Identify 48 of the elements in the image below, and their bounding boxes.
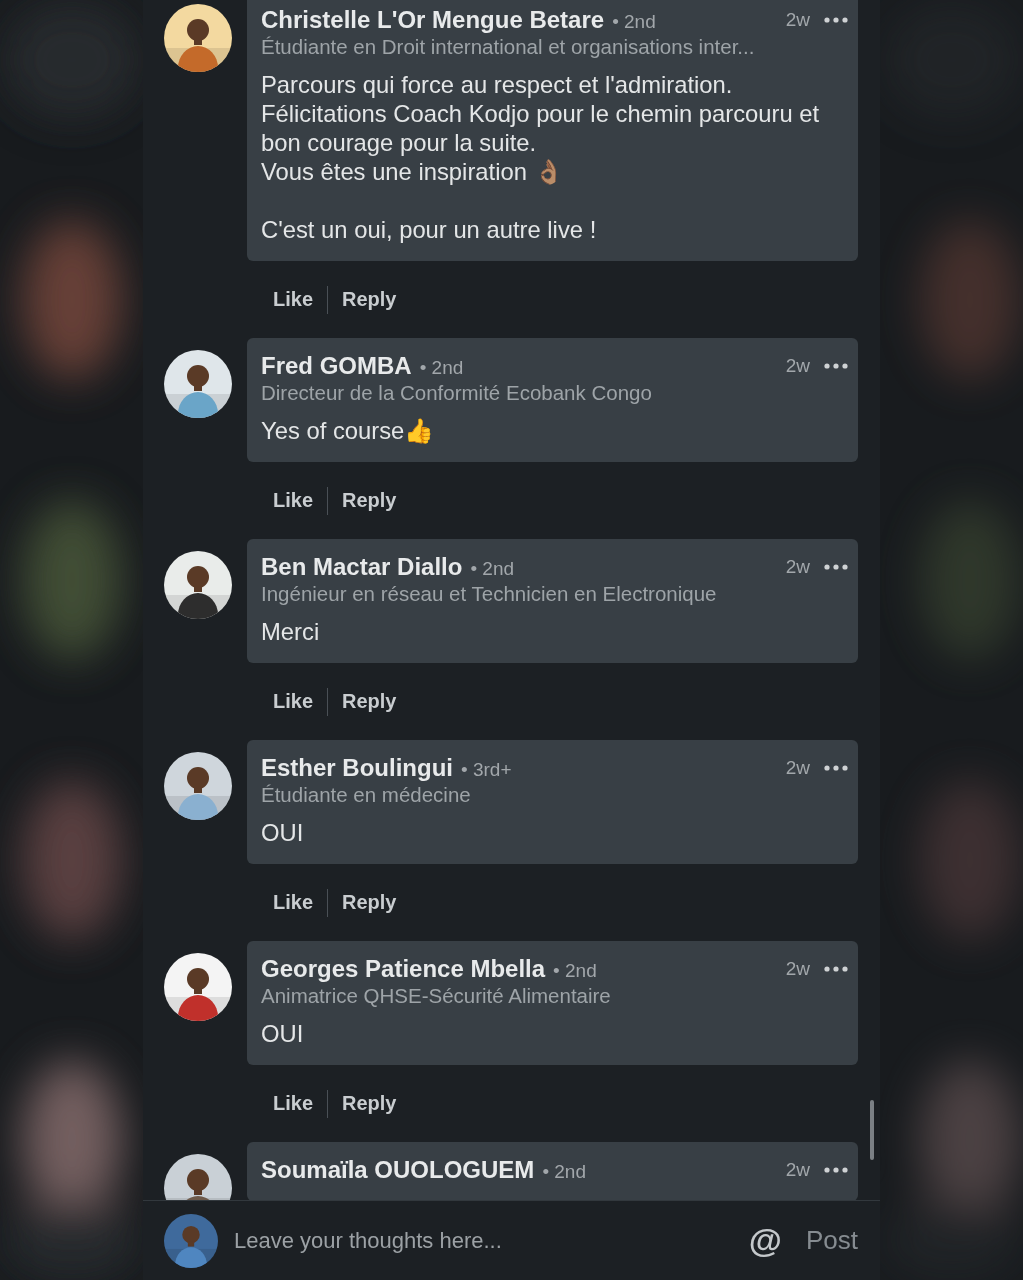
- reply-button[interactable]: Reply: [328, 284, 411, 315]
- connection-degree: • 2nd: [612, 11, 656, 33]
- reply-button[interactable]: Reply: [328, 485, 411, 516]
- scrollbar[interactable]: [870, 1100, 874, 1160]
- author-name[interactable]: Esther Boulingui: [261, 754, 453, 782]
- more-icon[interactable]: [824, 564, 848, 570]
- more-icon[interactable]: [824, 765, 848, 771]
- author-headline: Animatrice QHSE-Sécurité Alimentaire: [261, 983, 612, 1009]
- comment-input[interactable]: Leave your thoughts here...: [232, 1226, 735, 1255]
- comment-time: 2w: [785, 9, 810, 31]
- comment-time: 2w: [785, 556, 810, 578]
- reply-button[interactable]: Reply: [328, 686, 411, 717]
- comment-time: 2w: [785, 958, 810, 980]
- reply-button[interactable]: Reply: [328, 887, 411, 918]
- author-headline: Étudiante en Droit international et organisations inter...: [261, 34, 756, 60]
- author-headline: Directeur de la Conformité Ecobank Congo: [261, 380, 653, 406]
- author-name[interactable]: Fred GOMBA: [261, 352, 412, 380]
- comment-text: OUI: [261, 1019, 305, 1048]
- comment-text: OUI: [261, 818, 305, 847]
- reply-button[interactable]: Reply: [328, 1088, 411, 1119]
- comment-text: Yes of course👍: [261, 416, 436, 445]
- mention-button[interactable]: @: [748, 1221, 782, 1260]
- comment-time: 2w: [785, 757, 810, 779]
- comment-time: 2w: [785, 1159, 810, 1181]
- like-button[interactable]: Like: [259, 1088, 328, 1119]
- more-icon[interactable]: [824, 1167, 848, 1173]
- like-button[interactable]: Like: [259, 686, 328, 717]
- connection-degree: • 3rd+: [461, 759, 512, 781]
- author-name[interactable]: Christelle L'Or Mengue Betare: [261, 6, 605, 34]
- connection-degree: • 2nd: [419, 357, 464, 379]
- connection-degree: • 2nd: [470, 558, 515, 580]
- more-icon[interactable]: [824, 17, 848, 23]
- connection-degree: • 2nd: [542, 1161, 586, 1183]
- comment-text: Parcours qui force au respect et l'admiration. Félicitations Coach Kodjo pour le chemin parcouru et bon courage pour la suite. Vous êtes une inspiration 👌🏽 C'est un oui, pour un autre live !: [261, 70, 821, 244]
- author-headline: Ingénieur en réseau et Technicien en Electronique: [261, 581, 718, 607]
- author-name[interactable]: Georges Patience Mbella: [261, 955, 546, 983]
- author-name[interactable]: Ben Mactar Diallo: [261, 553, 463, 581]
- comment-time: 2w: [785, 355, 810, 377]
- connection-degree: • 2nd: [553, 960, 597, 982]
- like-button[interactable]: Like: [259, 485, 328, 516]
- like-button[interactable]: Like: [259, 284, 328, 315]
- author-name[interactable]: Soumaïla OUOLOGUEM: [261, 1156, 535, 1184]
- more-icon[interactable]: [824, 966, 848, 972]
- like-button[interactable]: Like: [259, 887, 328, 918]
- more-icon[interactable]: [824, 363, 848, 369]
- post-button[interactable]: Post: [805, 1225, 858, 1256]
- comment-text: Merci: [261, 617, 321, 646]
- author-headline: Étudiante en médecine: [261, 782, 472, 808]
